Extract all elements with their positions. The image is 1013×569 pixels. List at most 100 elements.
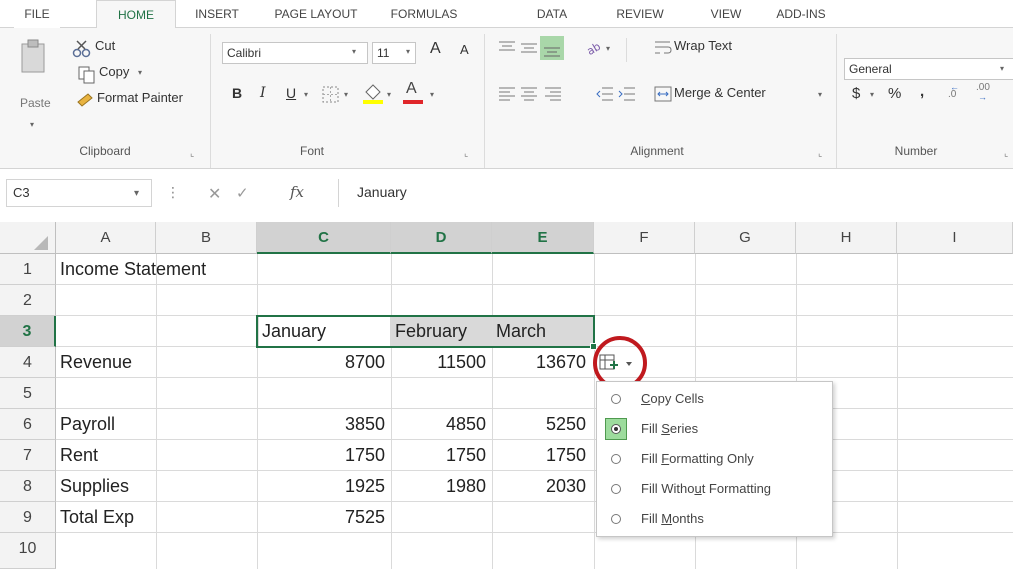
copy-button[interactable]: Copy <box>99 64 129 79</box>
merge-center-dropdown-icon[interactable]: ▾ <box>818 90 822 99</box>
row-header-3[interactable]: 3 <box>0 316 56 347</box>
column-header-h[interactable]: H <box>796 222 897 254</box>
paste-dropdown-icon[interactable]: ▾ <box>30 120 34 129</box>
tab-page-layout[interactable]: PAGE LAYOUT <box>268 0 364 28</box>
column-header-i[interactable]: I <box>897 222 1013 254</box>
menu-item-fill-without-formatting[interactable]: Fill Without Formatting <box>597 474 832 504</box>
row-header-7[interactable]: 7 <box>0 440 56 471</box>
row-header-6[interactable]: 6 <box>0 409 56 440</box>
borders-icon[interactable] <box>322 86 340 107</box>
tab-data[interactable]: DATA <box>526 0 578 28</box>
copy-dropdown-icon[interactable]: ▾ <box>138 68 142 77</box>
decrease-indent-icon[interactable] <box>596 86 614 105</box>
decrease-decimal-button[interactable]: .00 → <box>974 82 1013 104</box>
column-header-c[interactable]: C <box>257 222 391 254</box>
comma-button[interactable]: , <box>920 83 924 100</box>
cell-e4[interactable]: 13670 <box>492 347 594 378</box>
cell-d8[interactable]: 1980 <box>391 471 492 502</box>
row-header-10[interactable]: 10 <box>0 533 56 569</box>
column-header-b[interactable]: B <box>156 222 257 254</box>
row-header-8[interactable]: 8 <box>0 471 56 502</box>
cell-a6[interactable]: Payroll <box>56 409 115 440</box>
cancel-entry-icon[interactable]: ✕ <box>208 184 221 204</box>
font-color-icon[interactable]: A <box>402 80 426 106</box>
cut-button[interactable]: Cut <box>95 38 115 53</box>
fill-color-icon[interactable] <box>362 82 384 109</box>
font-color-dropdown-icon[interactable]: ▾ <box>430 90 434 99</box>
cell-c6[interactable]: 3850 <box>257 409 391 440</box>
wrap-text-button[interactable]: Wrap Text <box>674 38 732 53</box>
cell-c7[interactable]: 1750 <box>257 440 391 471</box>
underline-dropdown-icon[interactable]: ▾ <box>304 90 308 99</box>
font-size-dropdown-icon[interactable]: ▾ <box>406 47 410 56</box>
cell-a1[interactable]: Income Statement <box>56 254 206 285</box>
currency-dropdown-icon[interactable]: ▾ <box>870 90 874 99</box>
borders-dropdown-icon[interactable]: ▾ <box>344 90 348 99</box>
number-format-select[interactable]: General <box>844 58 1013 80</box>
align-right-icon[interactable] <box>544 86 562 105</box>
tab-add-ins[interactable]: ADD-INS <box>766 0 836 28</box>
percent-button[interactable]: % <box>888 85 901 102</box>
cell-c4[interactable]: 8700 <box>257 347 391 378</box>
menu-item-fill-series[interactable]: Fill Series <box>597 414 832 444</box>
font-family-dropdown-icon[interactable]: ▾ <box>352 47 356 56</box>
cell-c8[interactable]: 1925 <box>257 471 391 502</box>
top-align-icon[interactable] <box>498 40 516 59</box>
row-header-1[interactable]: 1 <box>0 254 56 285</box>
middle-align-icon[interactable] <box>520 40 538 59</box>
currency-button[interactable]: $ <box>852 85 860 102</box>
cell-d4[interactable]: 11500 <box>391 347 492 378</box>
tab-formulas[interactable]: FORMULAS <box>384 0 464 28</box>
cell-d3[interactable]: February <box>391 316 492 347</box>
tab-file[interactable]: FILE <box>14 0 60 28</box>
column-header-a[interactable]: A <box>56 222 156 254</box>
column-header-e[interactable]: E <box>492 222 594 254</box>
cell-e7[interactable]: 1750 <box>492 440 594 471</box>
menu-item-fill-months[interactable]: Fill Months <box>597 504 832 534</box>
align-center-icon[interactable] <box>520 86 538 105</box>
paste-button[interactable]: Paste ▾ <box>14 38 56 129</box>
number-launcher-icon[interactable]: ⌞ <box>1004 148 1008 159</box>
row-header-4[interactable]: 4 <box>0 347 56 378</box>
font-family-select[interactable]: Calibri <box>222 42 368 64</box>
number-format-dropdown-icon[interactable]: ▾ <box>1000 64 1004 73</box>
cell-d7[interactable]: 1750 <box>391 440 492 471</box>
menu-item-fill-formatting-only[interactable]: Fill Formatting Only <box>597 444 832 474</box>
cell-d6[interactable]: 4850 <box>391 409 492 440</box>
cell-a4[interactable]: Revenue <box>56 347 132 378</box>
formula-bar-grip-icon[interactable]: ⋮ <box>166 184 180 201</box>
cell-a7[interactable]: Rent <box>56 440 98 471</box>
orientation-icon[interactable]: ab <box>584 38 604 59</box>
align-left-icon[interactable] <box>498 86 516 105</box>
shrink-font-button[interactable]: A <box>460 42 469 57</box>
column-header-g[interactable]: G <box>695 222 796 254</box>
orientation-dropdown-icon[interactable]: ▾ <box>606 44 610 53</box>
row-header-2[interactable]: 2 <box>0 285 56 316</box>
cell-a8[interactable]: Supplies <box>56 471 129 502</box>
increase-decimal-button[interactable]: ← .0 <box>946 82 974 104</box>
formula-input[interactable]: January <box>338 179 1013 207</box>
merge-center-button[interactable]: Merge & Center <box>674 85 766 100</box>
row-header-9[interactable]: 9 <box>0 502 56 533</box>
row-header-5[interactable]: 5 <box>0 378 56 409</box>
name-box-dropdown-icon[interactable]: ▾ <box>134 188 139 199</box>
cell-c3[interactable]: January <box>258 316 391 347</box>
cell-a9[interactable]: Total Exp <box>56 502 134 533</box>
increase-indent-icon[interactable] <box>618 86 636 105</box>
select-all-button[interactable] <box>0 222 56 254</box>
underline-button[interactable]: U <box>286 85 296 101</box>
font-launcher-icon[interactable]: ⌞ <box>464 148 468 159</box>
tab-home[interactable]: HOME <box>96 0 176 29</box>
cell-e3[interactable]: March <box>492 316 593 347</box>
tab-view[interactable]: VIEW <box>702 0 750 28</box>
bold-button[interactable]: B <box>232 85 242 101</box>
cell-e8[interactable]: 2030 <box>492 471 594 502</box>
confirm-entry-icon[interactable]: ✓ <box>236 184 249 202</box>
cell-e6[interactable]: 5250 <box>492 409 594 440</box>
format-painter-button[interactable]: Format Painter <box>97 90 183 105</box>
italic-button[interactable]: I <box>260 85 266 101</box>
column-header-d[interactable]: D <box>391 222 492 254</box>
tab-review[interactable]: REVIEW <box>608 0 672 28</box>
bottom-align-icon[interactable] <box>540 36 564 63</box>
cell-c9[interactable]: 7525 <box>257 502 391 533</box>
